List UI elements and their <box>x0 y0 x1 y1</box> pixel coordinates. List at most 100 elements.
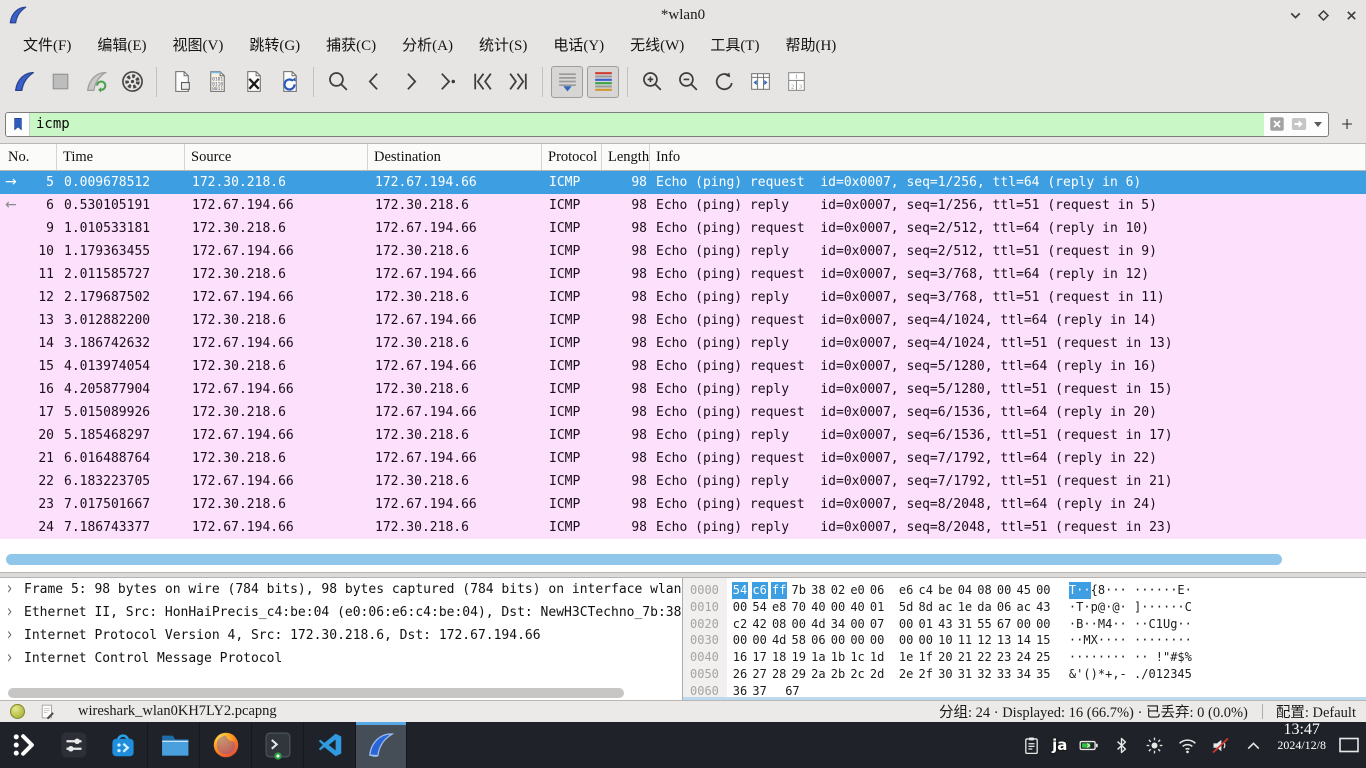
taskbar-launcher-settings[interactable] <box>49 722 98 768</box>
taskbar-window-terminal[interactable] <box>251 722 303 768</box>
menu-statistics[interactable]: 统计(S) <box>466 31 540 58</box>
menu-telephony[interactable]: 电话(Y) <box>540 31 617 58</box>
packet-row-23[interactable]: 237.017501667172.30.218.6172.67.194.66IC… <box>0 493 1366 516</box>
hex-row[interactable]: 000054c6ff7b3802e006e6c4be0408004500T··{… <box>683 582 1366 599</box>
packet-list-hscroll-thumb[interactable] <box>6 554 1282 565</box>
go-to-packet-button[interactable] <box>430 66 462 98</box>
packet-row-9[interactable]: 91.010533181172.30.218.6172.67.194.66ICM… <box>0 217 1366 240</box>
packet-row-17[interactable]: 175.015089926172.30.218.6172.67.194.66IC… <box>0 401 1366 424</box>
hex-hscrollbar[interactable] <box>683 697 1366 700</box>
menu-file[interactable]: 文件(F) <box>10 31 84 58</box>
hex-row[interactable]: 0040161718191a1b1c1d1e1f202122232425····… <box>683 649 1366 666</box>
open-file-button[interactable] <box>165 66 197 98</box>
column-header-protocol[interactable]: Protocol <box>542 144 602 170</box>
find-packet-button[interactable] <box>322 66 354 98</box>
taskbar-window-file-manager[interactable] <box>147 722 199 768</box>
detail-row[interactable]: ›Internet Control Message Protocol <box>0 647 682 670</box>
resize-columns-button[interactable] <box>744 66 776 98</box>
layout-chooser-button[interactable]: 123 <box>780 66 812 98</box>
filter-dropdown-caret-icon[interactable] <box>1314 122 1322 127</box>
menu-view[interactable]: 视图(V) <box>160 31 237 58</box>
column-header-info[interactable]: Info <box>650 144 1366 170</box>
go-forward-button[interactable] <box>394 66 426 98</box>
detail-row[interactable]: ›Frame 5: 98 bytes on wire (784 bits), 9… <box>0 578 682 601</box>
taskbar-clock[interactable]: 13:47 2024/12/8 <box>1277 722 1326 768</box>
go-last-button[interactable] <box>502 66 534 98</box>
taskbar-window-firefox[interactable] <box>199 722 251 768</box>
packet-row-5[interactable]: 50.009678512172.30.218.6172.67.194.66ICM… <box>0 171 1366 194</box>
display-filter-input[interactable]: icmp <box>5 112 1329 137</box>
hex-row[interactable]: 0020c24208004d3400070001433155670000·B··… <box>683 616 1366 633</box>
expert-info-icon[interactable] <box>10 704 25 719</box>
add-filter-button[interactable]: + <box>1336 113 1358 135</box>
zoom-out-button[interactable] <box>672 66 704 98</box>
menu-edit[interactable]: 编辑(E) <box>84 31 159 58</box>
packet-row-16[interactable]: 164.205877904172.67.194.66172.30.218.6IC… <box>0 378 1366 401</box>
save-file-button[interactable]: 010101100011 <box>201 66 233 98</box>
packet-row-20[interactable]: 205.185468297172.67.194.66172.30.218.6IC… <box>0 424 1366 447</box>
bluetooth-icon[interactable] <box>1109 733 1133 757</box>
column-header-time[interactable]: Time <box>57 144 185 170</box>
menu-capture[interactable]: 捕获(C) <box>313 31 389 58</box>
packet-row-21[interactable]: 216.016488764172.30.218.6172.67.194.66IC… <box>0 447 1366 470</box>
close-button[interactable] <box>1343 7 1360 24</box>
clipboard-icon[interactable] <box>1019 733 1043 757</box>
reload-file-button[interactable] <box>273 66 305 98</box>
expander-chevron-icon[interactable]: › <box>7 647 12 670</box>
show-desktop-button[interactable] <box>1332 722 1366 768</box>
column-header-destination[interactable]: Destination <box>368 144 542 170</box>
menu-help[interactable]: 帮助(H) <box>772 31 849 58</box>
packet-row-10[interactable]: 101.179363455172.67.194.66172.30.218.6IC… <box>0 240 1366 263</box>
details-hscroll-thumb[interactable] <box>8 688 624 698</box>
start-capture-button[interactable] <box>8 66 40 98</box>
zoom-in-button[interactable] <box>636 66 668 98</box>
expander-chevron-icon[interactable]: › <box>7 624 12 647</box>
packet-row-11[interactable]: 112.011585727172.30.218.6172.67.194.66IC… <box>0 263 1366 286</box>
packet-row-14[interactable]: 143.186742632172.67.194.66172.30.218.6IC… <box>0 332 1366 355</box>
hex-row[interactable]: 0050262728292a2b2c2d2e2f303132333435&'()… <box>683 666 1366 683</box>
volume-muted-icon[interactable] <box>1208 733 1232 757</box>
column-header-length[interactable]: Length <box>602 144 650 170</box>
expander-chevron-icon[interactable]: › <box>7 578 12 601</box>
filter-text[interactable]: icmp <box>30 116 1264 132</box>
auto-scroll-button[interactable] <box>551 66 583 98</box>
menu-tools[interactable]: 工具(T) <box>697 31 772 58</box>
zoom-original-button[interactable] <box>708 66 740 98</box>
expander-chevron-icon[interactable]: › <box>7 601 12 624</box>
battery-icon[interactable] <box>1076 733 1100 757</box>
hex-row[interactable]: 00100054e870400040015d8dac1eda06ac43·T·p… <box>683 599 1366 616</box>
filter-bookmark-icon[interactable] <box>6 113 30 136</box>
capture-comment-icon[interactable] <box>39 703 56 720</box>
profile-selector[interactable]: 配置: Default <box>1276 701 1356 722</box>
go-first-button[interactable] <box>466 66 498 98</box>
colorize-button[interactable] <box>587 66 619 98</box>
menu-analyze[interactable]: 分析(A) <box>389 31 466 58</box>
brightness-icon[interactable] <box>1142 733 1166 757</box>
column-header-no[interactable]: No. <box>0 144 57 170</box>
packet-row-15[interactable]: 154.013974054172.30.218.6172.67.194.66IC… <box>0 355 1366 378</box>
close-capture-button[interactable] <box>237 66 269 98</box>
tray-expand-icon[interactable] <box>1241 733 1265 757</box>
detail-row[interactable]: ›Ethernet II, Src: HonHaiPrecis_c4:be:04… <box>0 601 682 624</box>
taskbar-launcher-software-store[interactable] <box>98 722 147 768</box>
taskbar-window-wireshark[interactable] <box>355 722 407 768</box>
stop-capture-button[interactable] <box>44 66 76 98</box>
detail-row[interactable]: ›Internet Protocol Version 4, Src: 172.3… <box>0 624 682 647</box>
input-method-indicator[interactable]: ja <box>1052 736 1067 754</box>
packet-row-12[interactable]: 122.179687502172.67.194.66172.30.218.6IC… <box>0 286 1366 309</box>
menu-go[interactable]: 跳转(G) <box>236 31 313 58</box>
packet-row-13[interactable]: 133.012882200172.30.218.6172.67.194.66IC… <box>0 309 1366 332</box>
packet-row-24[interactable]: 247.186743377172.67.194.66172.30.218.6IC… <box>0 516 1366 539</box>
maximize-button[interactable] <box>1315 7 1332 24</box>
filter-apply-icon[interactable] <box>1290 115 1308 133</box>
capture-options-button[interactable] <box>116 66 148 98</box>
hex-row[interactable]: 003000004d58060000000000101112131415··MX… <box>683 632 1366 649</box>
packet-row-22[interactable]: 226.183223705172.67.194.66172.30.218.6IC… <box>0 470 1366 493</box>
taskbar-launcher-app-launcher[interactable] <box>0 722 49 768</box>
filter-clear-icon[interactable] <box>1268 115 1286 133</box>
minimize-button[interactable] <box>1287 7 1304 24</box>
wifi-icon[interactable] <box>1175 733 1199 757</box>
menu-wireless[interactable]: 无线(W) <box>617 31 697 58</box>
column-header-source[interactable]: Source <box>185 144 368 170</box>
taskbar-window-vscode[interactable] <box>303 722 355 768</box>
